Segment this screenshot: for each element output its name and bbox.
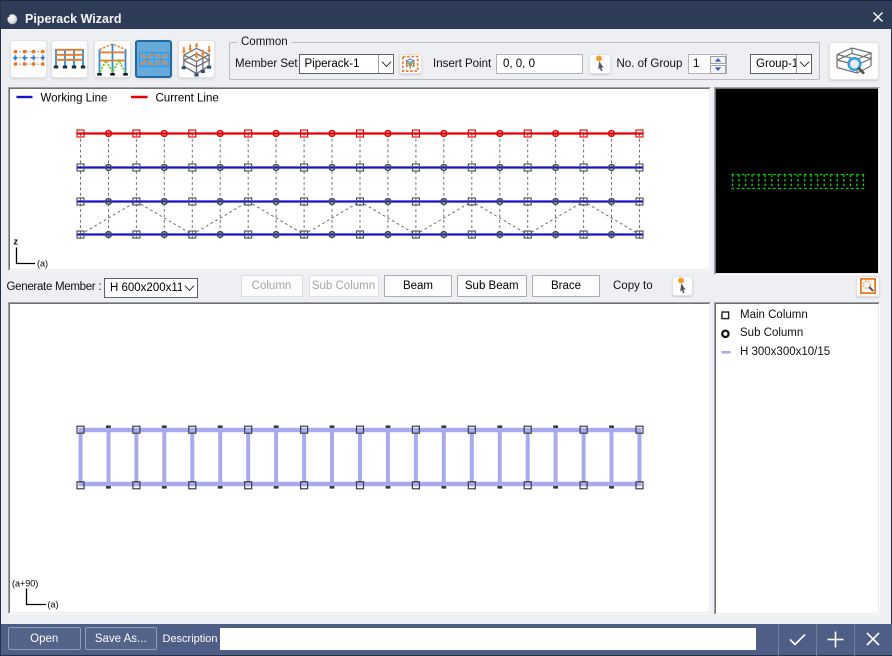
svg-text:(a): (a): [48, 600, 59, 610]
svg-text:(a+90): (a+90): [12, 579, 38, 589]
